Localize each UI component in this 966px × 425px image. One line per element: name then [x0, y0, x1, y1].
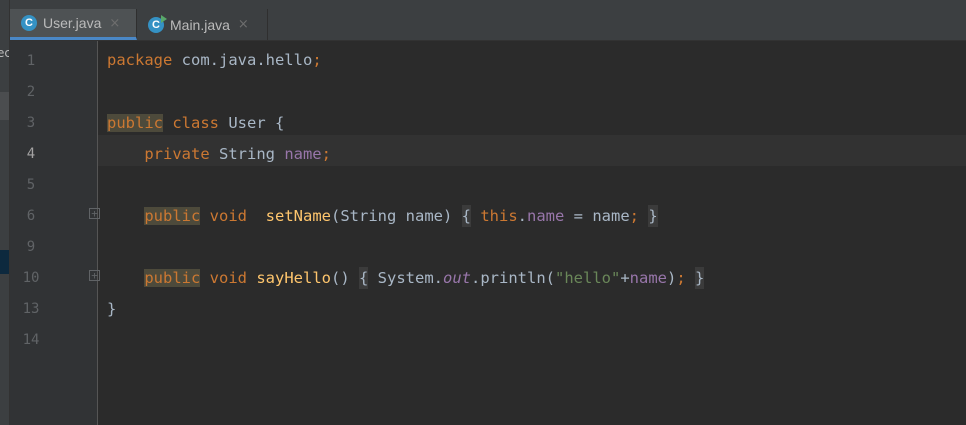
project-tree-selected-row[interactable] [0, 250, 9, 274]
ide-window: ec C User.java × C Main.java × 1 2 3 4 5… [0, 0, 966, 425]
folded-brace[interactable]: } [695, 267, 705, 289]
close-icon[interactable]: × [109, 16, 120, 31]
close-icon[interactable]: × [238, 17, 249, 32]
code-line-4: private String name; [144, 145, 331, 163]
code-line-6: public void setName(String name) { this.… [144, 205, 658, 227]
line-number: 13 [22, 301, 40, 317]
class-icon: C [21, 15, 37, 31]
code-line-10: public void sayHello() { System.out.prin… [144, 267, 705, 289]
code-editor[interactable]: package com.java.hello; public class Use… [98, 41, 966, 425]
tab-main-java[interactable]: C Main.java × [137, 9, 268, 40]
line-number: 1 [26, 53, 36, 69]
current-line-number: 4 [26, 146, 36, 162]
project-tree-row[interactable] [0, 92, 9, 120]
folded-brace[interactable]: } [648, 205, 658, 227]
highlighted-keyword: public [107, 114, 163, 132]
folded-brace[interactable]: { [461, 205, 471, 227]
line-number: 6 [26, 208, 36, 224]
code-line-13: } [107, 300, 117, 318]
line-number: 3 [26, 115, 36, 131]
tab-label: Main.java [170, 16, 230, 33]
tab-user-java[interactable]: C User.java × [10, 9, 137, 40]
line-number: 14 [22, 332, 40, 348]
code-line-1: package com.java.hello; [107, 51, 322, 69]
line-number: 10 [22, 270, 40, 286]
highlighted-keyword: public [144, 207, 201, 225]
code-line-3: public class User { [107, 114, 285, 132]
editor-tab-bar: C User.java × C Main.java × [10, 0, 966, 41]
highlighted-keyword: public [144, 269, 201, 287]
run-badge-icon [161, 14, 167, 23]
runnable-class-icon: C [148, 14, 167, 33]
project-panel-text: ec [0, 46, 9, 60]
folded-brace[interactable]: { [359, 267, 369, 289]
line-number: 9 [26, 239, 36, 255]
line-number-gutter[interactable]: 1 2 3 4 5 6 9 10 13 14 + + [10, 41, 100, 425]
line-number: 5 [26, 177, 36, 193]
tab-label: User.java [43, 15, 102, 31]
project-panel-strip[interactable]: ec [0, 0, 10, 425]
line-number: 2 [26, 84, 36, 100]
